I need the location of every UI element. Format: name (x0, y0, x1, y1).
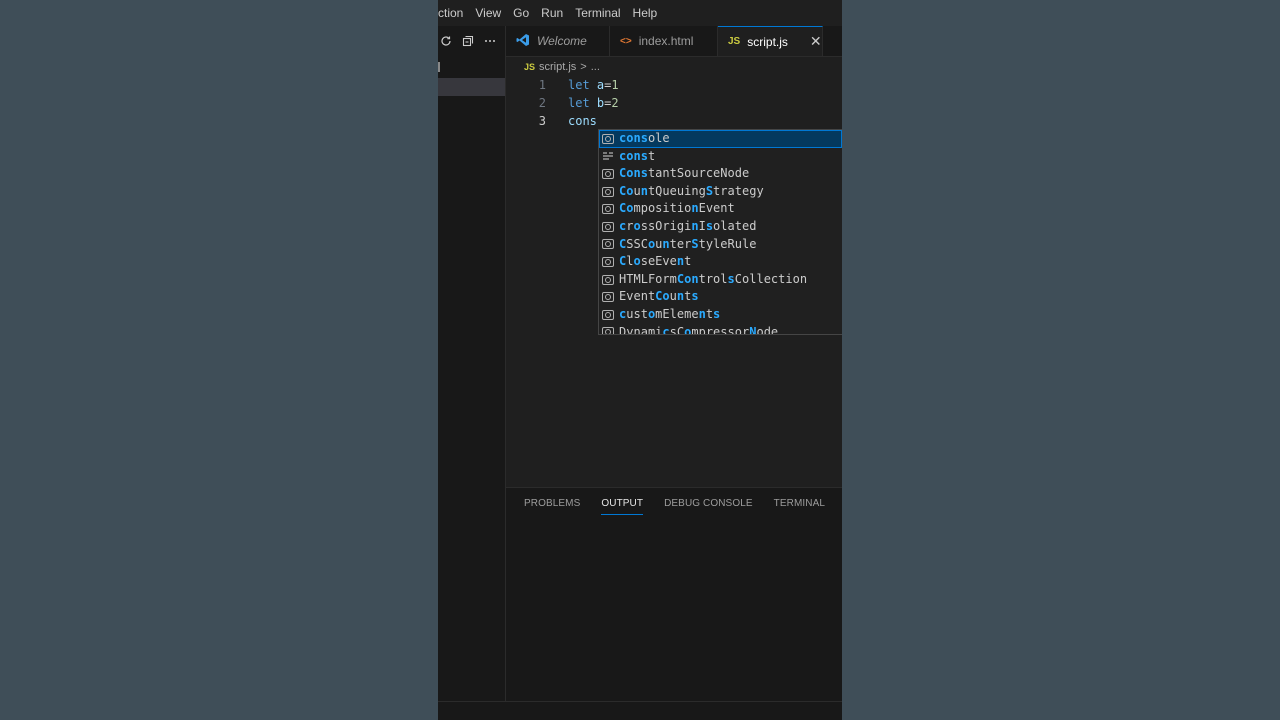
tab-index-html[interactable]: <> index.html (610, 26, 718, 56)
suggestion-item[interactable]: HTMLFormControlsCollection (599, 271, 842, 289)
status-bar (438, 701, 842, 720)
selected-file-row[interactable] (438, 78, 505, 96)
sidebar-edge-marker (438, 62, 440, 72)
suggestion-item[interactable]: console (599, 130, 842, 148)
variable-icon (602, 256, 614, 267)
html-icon: <> (620, 35, 632, 47)
suggestion-item[interactable]: CountQueuingStrategy (599, 183, 842, 201)
suggestion-widget: console const ConstantSourceNode CountQueui… (598, 129, 842, 335)
suggestion-label: CompositionEvent (619, 201, 735, 216)
collapse-all-icon[interactable] (461, 34, 475, 48)
tab-terminal[interactable]: TERMINAL (774, 496, 825, 518)
line-number: 1 (538, 78, 546, 92)
menu-view[interactable]: View (469, 0, 507, 26)
js-icon: JS (524, 62, 536, 72)
suggestion-item[interactable]: CSSCounterStyleRule (599, 236, 842, 254)
panel-tabs: PROBLEMS OUTPUT DEBUG CONSOLE TERMINAL (524, 496, 825, 518)
variable-icon (602, 239, 614, 250)
line-number: 2 (538, 96, 546, 110)
code-text: cons (568, 114, 597, 128)
close-tab-icon[interactable]: ✕ (810, 33, 822, 50)
menu-terminal[interactable]: Terminal (569, 0, 626, 26)
variable-icon (602, 168, 614, 179)
vscode-window: ction View Go Run Terminal Help Welcome (438, 0, 842, 720)
variable-icon (602, 186, 614, 197)
variable-icon (602, 133, 614, 144)
js-icon: JS (728, 36, 741, 47)
suggestion-label: ConstantSourceNode (619, 166, 750, 181)
background-right (842, 0, 1280, 720)
menu-run[interactable]: Run (535, 0, 569, 26)
code-line: 2 let b=2 (506, 94, 842, 112)
menu-bar: ction View Go Run Terminal Help (438, 0, 842, 26)
code-text: let b=2 (568, 96, 619, 110)
suggestion-item[interactable]: CloseEvent (599, 253, 842, 271)
breadcrumb-symbols[interactable]: ... (591, 61, 600, 73)
suggestion-label: DynamicsCompressorNode (619, 324, 779, 335)
breadcrumb-file[interactable]: script.js (539, 61, 576, 73)
code-line-current: 3 cons (506, 112, 842, 130)
tab-output[interactable]: OUTPUT (601, 496, 644, 515)
menu-selection[interactable]: ction (438, 0, 469, 26)
code-text: let a=1 (568, 78, 619, 92)
line-number: 3 (538, 114, 546, 128)
variable-icon (602, 309, 614, 320)
refresh-icon[interactable] (439, 34, 453, 48)
suggestion-label: const (619, 148, 656, 163)
suggestion-label: crossOriginIsolated (619, 218, 757, 233)
sidebar-toolbar (438, 26, 505, 56)
tab-problems[interactable]: PROBLEMS (524, 496, 580, 518)
suggestion-item[interactable]: EventCounts (599, 288, 842, 306)
editor-tab-bar: Welcome <> index.html JS script.js ✕ (506, 26, 842, 57)
suggestion-item[interactable]: DynamicsCompressorNode (599, 324, 842, 335)
breadcrumb: JS script.js > ... (524, 58, 600, 76)
suggestion-item[interactable]: CompositionEvent (599, 200, 842, 218)
tab-welcome[interactable]: Welcome (506, 26, 610, 56)
menu-go[interactable]: Go (507, 0, 535, 26)
variable-icon (602, 221, 614, 232)
more-actions-icon[interactable] (483, 34, 497, 48)
tab-debug-console[interactable]: DEBUG CONSOLE (664, 496, 753, 518)
bottom-panel: PROBLEMS OUTPUT DEBUG CONSOLE TERMINAL (506, 487, 842, 702)
variable-icon (602, 204, 614, 215)
background-left (0, 0, 438, 720)
suggestion-item[interactable]: customElements (599, 306, 842, 324)
menu-help[interactable]: Help (627, 0, 664, 26)
variable-icon (602, 327, 614, 334)
chevron-right-icon: > (580, 61, 587, 73)
vscode-logo-icon (516, 33, 530, 50)
explorer-sidebar (438, 26, 506, 701)
suggestion-item[interactable]: const (599, 148, 842, 166)
suggestion-label: console (619, 131, 670, 145)
variable-icon (602, 292, 614, 303)
suggestion-label: CountQueuingStrategy (619, 183, 764, 198)
keyword-icon (602, 151, 614, 161)
suggestion-label: EventCounts (619, 289, 699, 304)
suggestion-label: CSSCounterStyleRule (619, 236, 757, 251)
code-line: 1 let a=1 (506, 76, 842, 94)
suggestion-item[interactable]: ConstantSourceNode (599, 165, 842, 183)
suggestion-label: CloseEvent (619, 254, 692, 269)
suggestion-label: customElements (619, 306, 721, 321)
suggestion-item[interactable]: crossOriginIsolated (599, 218, 842, 236)
variable-icon (602, 274, 614, 285)
suggestion-label: HTMLFormControlsCollection (619, 271, 808, 286)
tab-script-js[interactable]: JS script.js ✕ (718, 26, 823, 56)
